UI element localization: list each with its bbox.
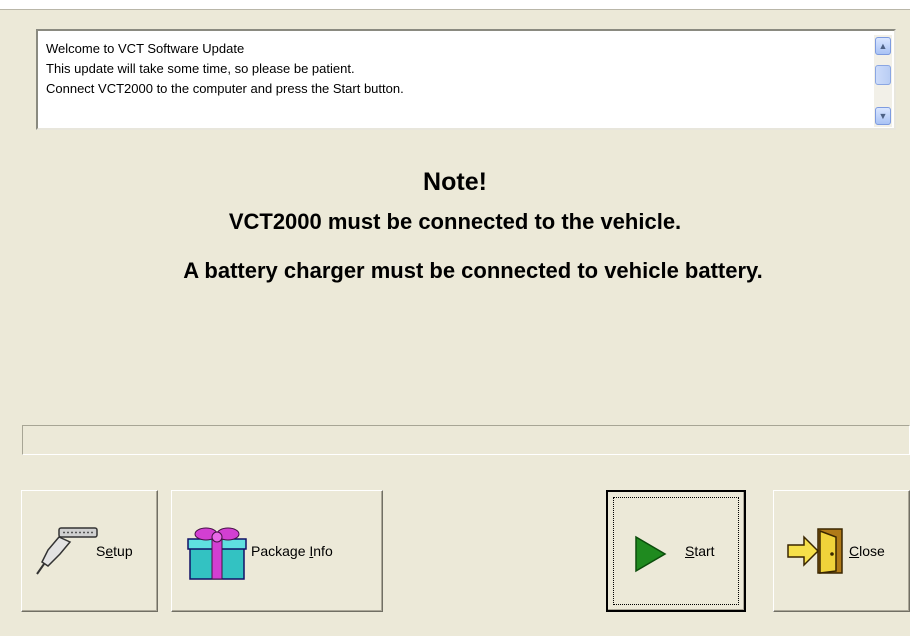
start-label: Start xyxy=(685,543,715,559)
progress-bar xyxy=(22,425,910,455)
message-log-text: Welcome to VCT Software Update This upda… xyxy=(46,39,404,99)
gift-icon xyxy=(187,527,247,580)
note-line-1: VCT2000 must be connected to the vehicle… xyxy=(228,209,682,234)
setup-button[interactable]: Setup xyxy=(21,490,158,612)
package-info-button[interactable]: Package Info xyxy=(171,490,383,612)
scroll-down-button[interactable]: ▼ xyxy=(875,107,891,125)
window-top-edge xyxy=(0,0,910,10)
close-button[interactable]: Close xyxy=(773,490,910,612)
package-info-label: Package Info xyxy=(251,543,333,559)
exit-door-icon xyxy=(787,528,843,574)
start-button[interactable]: Start xyxy=(606,490,746,612)
scroll-up-button[interactable]: ▲ xyxy=(875,37,891,55)
play-icon xyxy=(635,535,667,573)
note-line-2: A battery charger must be connected to v… xyxy=(183,258,763,283)
log-line: Welcome to VCT Software Update xyxy=(46,41,245,56)
cable-icon xyxy=(36,527,98,575)
vertical-scrollbar[interactable]: ▲ ▼ xyxy=(874,35,892,127)
close-label: Close xyxy=(849,543,885,559)
setup-label: Setup xyxy=(96,543,133,559)
log-line: This update will take some time, so plea… xyxy=(46,61,355,76)
scroll-thumb[interactable] xyxy=(875,65,891,85)
log-line: Connect VCT2000 to the computer and pres… xyxy=(46,81,404,96)
message-log[interactable]: Welcome to VCT Software Update This upda… xyxy=(36,29,896,130)
note-title: Note! xyxy=(423,168,487,196)
